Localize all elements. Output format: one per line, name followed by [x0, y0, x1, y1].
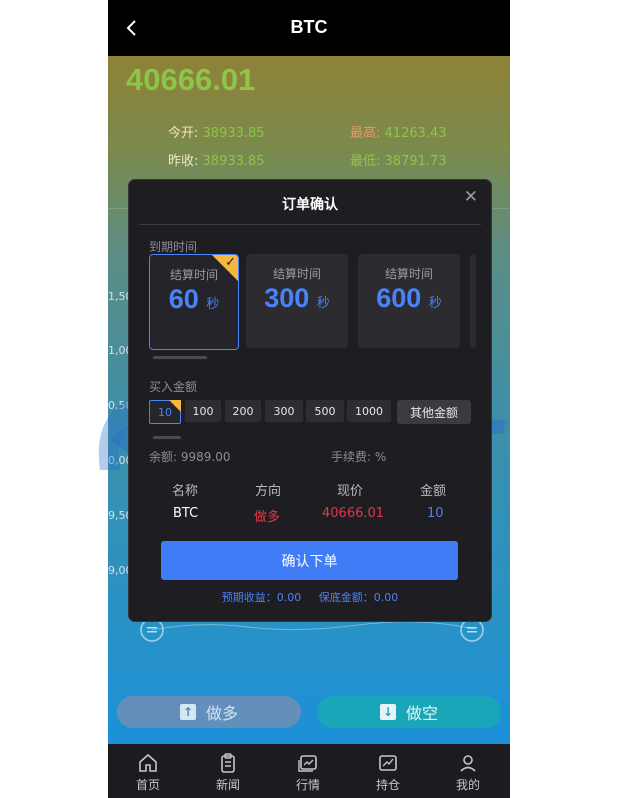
- header-direction: 方向: [255, 484, 282, 499]
- checkmark-icon: ✓: [225, 255, 236, 270]
- tab-positions[interactable]: 持仓: [348, 744, 428, 798]
- header-name: 名称: [172, 484, 199, 499]
- balance-text: 余额: 9989.00: [149, 450, 231, 464]
- divider: [139, 224, 481, 225]
- sell-short-label: 做空: [405, 704, 438, 723]
- expiry-card-60[interactable]: 结算时间 60 秒 ✓: [149, 254, 239, 350]
- high-value: 41263.43: [384, 126, 447, 141]
- current-price: 40666.01: [126, 62, 256, 97]
- expected-profit: 预期收益：0.00: [221, 591, 302, 604]
- confirm-order-button[interactable]: 确认下单: [161, 541, 458, 580]
- buy-long-label: 做多: [205, 704, 238, 723]
- header-amount: 金额: [420, 484, 447, 499]
- clipboard-icon: [221, 753, 235, 773]
- tab-news[interactable]: 新闻: [188, 744, 268, 798]
- order-direction: 做多: [254, 510, 281, 525]
- tab-profile[interactable]: 我的: [428, 744, 508, 798]
- margin-amount: 保底金额：0.00: [318, 591, 399, 604]
- trend-icon: [379, 755, 397, 771]
- high-label: 最高:: [350, 126, 381, 141]
- trade-actions: ↑ 做多 ↓ 做空: [108, 690, 510, 740]
- prev-close-stat: 昨收: 38933.85: [168, 150, 265, 169]
- home-icon: [139, 753, 157, 772]
- card-value: 300 秒: [264, 283, 330, 313]
- prev-close-value: 38933.85: [202, 154, 265, 169]
- tab-market-label: 行情: [295, 778, 320, 792]
- scroll-indicator: [153, 436, 181, 439]
- open-stat: 今开: 38933.85: [168, 122, 265, 141]
- card-caption: 结算时间: [384, 267, 433, 281]
- expected-summary: 预期收益：0.00 保底金额：0.00: [129, 589, 491, 605]
- other-amount-button[interactable]: 其他金额: [397, 400, 471, 424]
- chart-screen-icon: [298, 755, 317, 772]
- page-title: BTC: [290, 17, 328, 37]
- open-value: 38933.85: [202, 126, 265, 141]
- expiry-card-more[interactable]: [470, 254, 476, 348]
- fee-text: 手续费: %: [331, 450, 387, 464]
- card-value: 600 秒: [376, 283, 442, 313]
- buy-long-button[interactable]: ↑ 做多: [117, 696, 301, 728]
- expiry-card-300[interactable]: 结算时间 300 秒: [246, 254, 348, 348]
- expiry-label: 到期时间: [149, 240, 198, 254]
- top-bar: BTC: [108, 0, 510, 56]
- selected-badge: [169, 400, 181, 412]
- low-value: 38791.73: [384, 154, 447, 169]
- tab-positions-label: 持仓: [375, 778, 400, 792]
- tab-profile-label: 我的: [455, 778, 480, 792]
- tab-market[interactable]: 行情: [268, 744, 348, 798]
- expiry-card-600[interactable]: 结算时间 600 秒: [358, 254, 460, 348]
- order-confirm-dialog: 订单确认 ✕ 到期时间 结算时间 60 秒 ✓ 结算时间 300 秒 结算时间 …: [128, 179, 492, 622]
- order-price: 40666.01: [322, 506, 385, 521]
- sell-short-button[interactable]: ↓ 做空: [317, 696, 501, 728]
- amount-option-1000[interactable]: 1000: [347, 400, 391, 422]
- arrow-up-icon: ↑: [179, 704, 196, 720]
- arrow-down-icon: ↓: [379, 704, 396, 720]
- tab-news-label: 新闻: [215, 778, 240, 792]
- amount-option-500[interactable]: 500: [306, 400, 344, 422]
- high-stat: 最高: 41263.43: [350, 122, 447, 141]
- card-value: 60 秒: [168, 284, 220, 314]
- open-label: 今开:: [168, 126, 199, 141]
- header-price: 现价: [337, 484, 364, 499]
- user-icon: [460, 755, 476, 772]
- tab-home-label: 首页: [135, 778, 160, 792]
- amount-option-100[interactable]: 100: [185, 400, 221, 422]
- low-label: 最低:: [350, 154, 381, 169]
- prev-close-label: 昨收:: [168, 154, 199, 169]
- close-icon[interactable]: ✕: [464, 187, 478, 207]
- tab-home[interactable]: 首页: [108, 744, 188, 798]
- order-name: BTC: [173, 506, 199, 521]
- scroll-indicator: [153, 356, 207, 359]
- dialog-title: 订单确认: [282, 197, 338, 213]
- order-amount: 10: [427, 506, 444, 521]
- card-caption: 结算时间: [272, 267, 321, 281]
- amount-label: 买入金额: [149, 380, 198, 394]
- low-stat: 最低: 38791.73: [350, 150, 447, 169]
- amount-option-300[interactable]: 300: [265, 400, 303, 422]
- amount-option-200[interactable]: 200: [225, 400, 261, 422]
- bottom-tab-bar: 首页 新闻 行情 持仓 我的: [108, 744, 510, 798]
